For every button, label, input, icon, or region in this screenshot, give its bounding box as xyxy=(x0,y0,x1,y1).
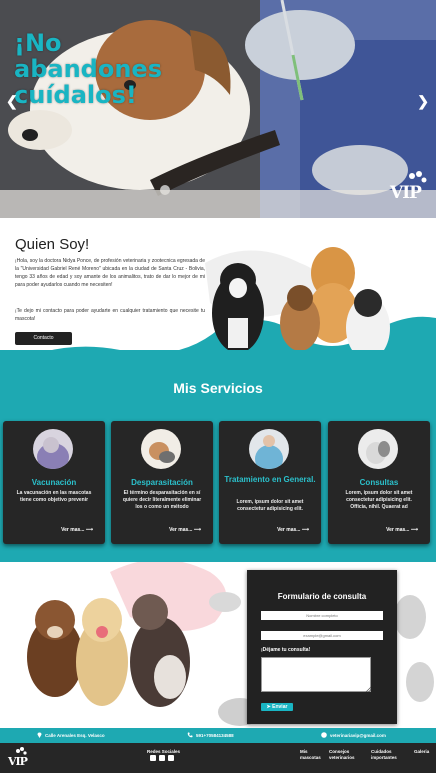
nav-cuidados-importantes[interactable]: Cuidados importantes xyxy=(371,749,401,761)
service-description: Lorem, ipsum dolor sit amet consectetur … xyxy=(236,499,304,512)
service-card-vacunacion: Vacunación La vacunación en las mascotas… xyxy=(3,421,105,544)
email-icon xyxy=(321,732,327,738)
carousel-prev-button[interactable]: ❮ xyxy=(6,93,18,110)
treatment-image xyxy=(249,429,289,469)
contact-info-bar: Calle Arenales Esq. Velasco 591+70584134… xyxy=(0,728,436,743)
message-textarea[interactable] xyxy=(261,657,371,692)
phone-item: 591+70584134588 xyxy=(187,732,234,738)
services-heading: Mis Servicios xyxy=(173,380,263,396)
address-item: Calle Arenales Esq. Velasco xyxy=(37,732,105,738)
service-card-tratamiento: Tratamiento en General. Lorem, ipsum dol… xyxy=(219,421,321,544)
hero-title: ¡No abandones cuídalos! xyxy=(14,29,162,109)
resize-grip-icon[interactable] xyxy=(365,686,371,692)
consultation-image xyxy=(358,429,398,469)
carousel-next-button[interactable]: ❯ xyxy=(417,93,429,110)
service-title: Vacunación xyxy=(31,478,77,487)
vip-logo: VIP xyxy=(386,168,428,208)
service-description: La vacunación en las mascotas tiene como… xyxy=(16,490,92,503)
service-card-consultas: Consultas Lorem, ipsum dolor sit amet co… xyxy=(328,421,430,544)
address-text: Calle Arenales Esq. Velasco xyxy=(45,732,105,738)
ver-mas-link[interactable]: Ver mas... ⟶ xyxy=(169,527,201,533)
ver-mas-link[interactable]: Ver mas... ⟶ xyxy=(61,527,93,533)
email-text[interactable]: veterinariavip@gmail.com xyxy=(330,733,386,738)
service-title: Consultas xyxy=(359,478,399,487)
email-input[interactable] xyxy=(261,631,383,640)
social-icons xyxy=(150,755,174,761)
service-title: Tratamiento en General. xyxy=(224,475,316,484)
footer-logo[interactable]: VIP xyxy=(6,746,28,770)
nav-galeria[interactable]: Galeria xyxy=(414,749,429,755)
nav-mis-mascotas[interactable]: Mis mascotas xyxy=(300,749,326,761)
ver-mas-link[interactable]: Ver mas... ⟶ xyxy=(386,527,418,533)
service-description: El término desparasitación en sí quiere … xyxy=(122,490,202,510)
contact-section: Formulario de consulta ¡Déjame tu consul… xyxy=(0,562,436,728)
hero-carousel: ¡No abandones cuídalos! ❮ ❯ VIP xyxy=(0,0,436,218)
puppies-photo xyxy=(27,594,190,707)
location-pin-icon xyxy=(37,732,42,738)
email-item: veterinariavip@gmail.com xyxy=(321,732,386,738)
phone-icon xyxy=(187,732,193,738)
nav-consejos-veterinarios[interactable]: Consejos veterinarios xyxy=(329,749,363,761)
contact-button[interactable]: Contacto xyxy=(15,332,72,345)
submit-label: Enviar xyxy=(272,704,288,710)
service-description: Lorem, ipsum dolor sit amet consectetur … xyxy=(345,490,413,510)
services-section: Mis Servicios Vacunación La vacunación e… xyxy=(0,350,436,562)
footer: VIP Redes Sociales Mis mascotas Consejos… xyxy=(0,743,436,773)
footer-logo-text: VIP xyxy=(8,755,28,768)
service-title: Desparasitación xyxy=(131,478,193,487)
about-heading: Quien Soy! xyxy=(15,236,90,253)
form-heading: Formulario de consulta xyxy=(277,592,367,601)
vaccination-image xyxy=(33,429,73,469)
consultation-form: Formulario de consulta ¡Déjame tu consul… xyxy=(247,570,397,724)
ver-mas-link[interactable]: Ver mas... ⟶ xyxy=(277,527,309,533)
facebook-icon[interactable] xyxy=(150,755,156,761)
about-contact-paragraph: ¡Te dejo mi contacto para poder ayudarte… xyxy=(15,308,205,322)
logo-text: VIP xyxy=(390,183,422,203)
message-label: ¡Déjame tu consulta! xyxy=(261,647,311,653)
submit-button[interactable]: ➤ Enviar xyxy=(261,703,293,711)
phone-text[interactable]: 591+70584134588 xyxy=(196,733,234,738)
service-card-desparasitacion: Desparasitación El término desparasitaci… xyxy=(111,421,213,544)
instagram-icon[interactable] xyxy=(159,755,165,761)
deworming-image xyxy=(141,429,181,469)
about-paragraph: ¡Hola, soy la doctora Nidya Ponce, de pr… xyxy=(15,258,205,288)
social-title: Redes Sociales xyxy=(147,749,181,754)
mail-icon[interactable] xyxy=(168,755,174,761)
name-input[interactable] xyxy=(261,611,383,620)
